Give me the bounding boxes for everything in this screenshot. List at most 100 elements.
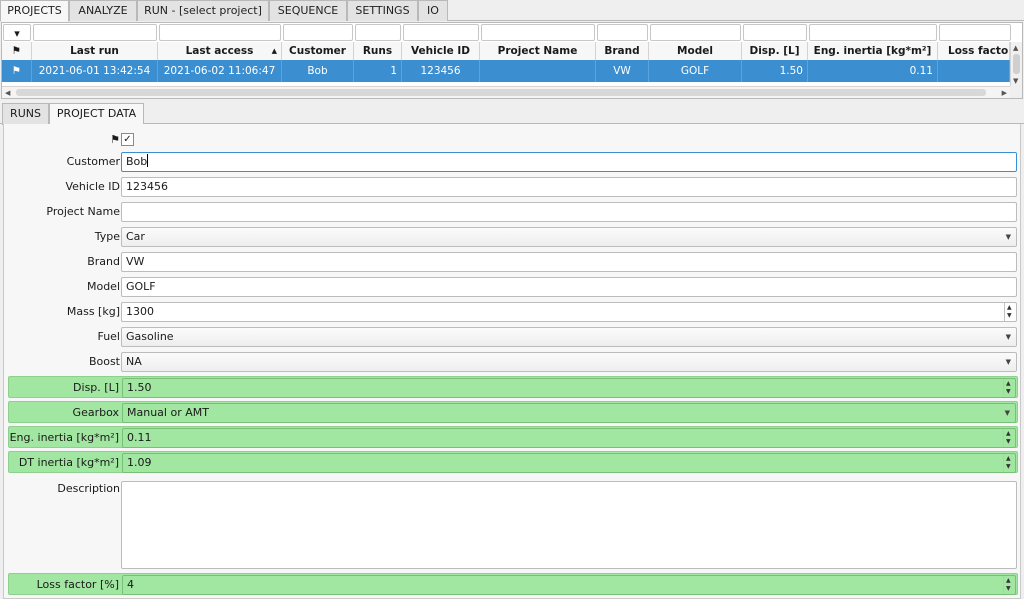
tab-io[interactable]: IO [418, 0, 448, 21]
loss-factor-spinbox[interactable]: 4 ▲ ▼ [122, 575, 1016, 595]
flag-icon: ⚑ [110, 133, 120, 146]
projects-table: ▾ ⚑ Last run Last access ▲ Customer Runs … [1, 22, 1023, 99]
spin-buttons[interactable]: ▲ ▼ [1003, 576, 1015, 594]
vehicle-id-input[interactable]: 123456 [121, 177, 1017, 197]
filter-brand[interactable] [597, 24, 648, 41]
column-header-last-access[interactable]: Last access ▲ [158, 42, 282, 60]
spin-up-icon[interactable]: ▲ [1007, 304, 1012, 312]
column-header-model[interactable]: Model [649, 42, 742, 60]
scroll-up-icon[interactable]: ▲ [1013, 43, 1018, 53]
disp-spinbox[interactable]: 1.50 ▲ ▼ [122, 378, 1016, 398]
column-header-flag[interactable]: ⚑ [2, 42, 32, 60]
spin-buttons[interactable]: ▲ ▼ [1003, 454, 1015, 472]
tab-run[interactable]: RUN - [select project] [137, 0, 269, 21]
filter-model[interactable] [650, 24, 741, 41]
tab-analyze[interactable]: ANALYZE [69, 0, 137, 21]
column-header-customer[interactable]: Customer [282, 42, 354, 60]
spin-up-icon[interactable]: ▲ [1006, 430, 1011, 438]
project-name-row: Project Name [8, 201, 1018, 223]
spin-up-icon[interactable]: ▲ [1006, 380, 1011, 388]
model-input[interactable]: GOLF [121, 277, 1017, 297]
dt-inertia-value: 1.09 [127, 456, 152, 469]
tab-projects[interactable]: PROJECTS [0, 0, 69, 22]
boost-select[interactable]: NA ▼ [121, 352, 1017, 372]
chevron-down-icon: ▼ [1005, 333, 1011, 341]
cell-disp: 1.50 [742, 60, 808, 82]
chevron-down-icon: ▾ [14, 27, 20, 40]
column-header-brand[interactable]: Brand [596, 42, 649, 60]
spin-down-icon[interactable]: ▼ [1006, 388, 1011, 396]
spin-buttons[interactable]: ▲ ▼ [1004, 303, 1016, 321]
tab-settings[interactable]: SETTINGS [347, 0, 418, 21]
scroll-left-icon[interactable]: ◀ [5, 88, 10, 98]
project-data-form: ⚑ ✓ Customer Bob Vehicle ID 123456 Proje… [3, 124, 1021, 599]
column-header-vehicle-id[interactable]: Vehicle ID [402, 42, 480, 60]
loss-factor-label: Loss factor [%] [36, 578, 119, 591]
scroll-down-icon[interactable]: ▼ [1013, 76, 1018, 86]
cell-vehicle-id: 123456 [402, 60, 480, 82]
tab-sequence[interactable]: SEQUENCE [269, 0, 347, 21]
gearbox-label: Gearbox [72, 406, 119, 419]
filter-vehicle-id[interactable] [403, 24, 479, 41]
customer-input[interactable]: Bob [121, 152, 1017, 172]
tab-runs[interactable]: RUNS [2, 103, 49, 125]
filter-loss-factor[interactable] [939, 24, 1011, 41]
filter-customer[interactable] [283, 24, 353, 41]
spin-buttons[interactable]: ▲ ▼ [1003, 379, 1015, 397]
spin-down-icon[interactable]: ▼ [1006, 585, 1011, 593]
spin-down-icon[interactable]: ▼ [1006, 438, 1011, 446]
scroll-corner [1010, 86, 1022, 98]
model-row: Model GOLF [8, 276, 1018, 298]
spin-up-icon[interactable]: ▲ [1006, 455, 1011, 463]
eng-inertia-spinbox[interactable]: 0.11 ▲ ▼ [122, 428, 1016, 448]
filter-last-access[interactable] [159, 24, 281, 41]
scroll-right-icon[interactable]: ▶ [1002, 88, 1007, 98]
column-header-runs[interactable]: Runs [354, 42, 402, 60]
filter-disp[interactable] [743, 24, 807, 41]
scrollbar-thumb[interactable] [16, 89, 986, 96]
cell-eng-inertia: 0.11 [808, 60, 938, 82]
column-header-eng-inertia[interactable]: Eng. inertia [kg*m²] [808, 42, 938, 60]
flag-checkbox[interactable]: ✓ [121, 133, 134, 146]
eng-inertia-row: Eng. inertia [kg*m²] 0.11 ▲ ▼ [8, 426, 1018, 448]
description-row: Description [8, 478, 1018, 572]
spin-down-icon[interactable]: ▼ [1006, 463, 1011, 471]
column-header-project-name[interactable]: Project Name [480, 42, 596, 60]
main-tab-bar: PROJECTS ANALYZE RUN - [select project] … [0, 0, 1024, 22]
gearbox-select[interactable]: Manual or AMT ▼ [122, 403, 1016, 423]
mass-spinbox[interactable]: 1300 ▲ ▼ [121, 302, 1017, 322]
text-cursor [147, 154, 149, 167]
cell-customer: Bob [282, 60, 354, 82]
column-header-disp[interactable]: Disp. [L] [742, 42, 808, 60]
column-header-loss-factor[interactable]: Loss factor [ [938, 42, 1010, 60]
filter-last-run[interactable] [33, 24, 157, 41]
filter-project-name[interactable] [481, 24, 595, 41]
spin-buttons[interactable]: ▲ ▼ [1003, 429, 1015, 447]
fuel-row: Fuel Gasoline ▼ [8, 326, 1018, 348]
spin-down-icon[interactable]: ▼ [1007, 312, 1012, 320]
boost-row: Boost NA ▼ [8, 351, 1018, 373]
table-row[interactable]: ⚑ 2021-06-01 13:42:54 2021-06-02 11:06:4… [2, 60, 1010, 82]
type-label: Type [94, 230, 120, 243]
sort-ascending-icon: ▲ [271, 47, 277, 55]
cell-project-name [480, 60, 596, 82]
description-textarea[interactable] [121, 481, 1017, 569]
filter-runs[interactable] [355, 24, 401, 41]
type-select[interactable]: Car ▼ [121, 227, 1017, 247]
brand-input[interactable]: VW [121, 252, 1017, 272]
fuel-select[interactable]: Gasoline ▼ [121, 327, 1017, 347]
scrollbar-thumb[interactable] [1013, 54, 1020, 74]
mass-label: Mass [kg] [66, 305, 120, 318]
boost-value: NA [126, 355, 142, 368]
spin-up-icon[interactable]: ▲ [1006, 577, 1011, 585]
vertical-scrollbar[interactable]: ▲ ▼ [1010, 42, 1022, 87]
column-header-last-run[interactable]: Last run [32, 42, 158, 60]
tab-project-data[interactable]: PROJECT DATA [49, 103, 144, 125]
filter-eng-inertia[interactable] [809, 24, 937, 41]
project-name-input[interactable] [121, 202, 1017, 222]
filter-dropdown-button[interactable]: ▾ [3, 24, 31, 41]
horizontal-scrollbar[interactable]: ◀ ▶ [2, 86, 1010, 98]
dt-inertia-spinbox[interactable]: 1.09 ▲ ▼ [122, 453, 1016, 473]
type-value: Car [126, 230, 145, 243]
flag-icon: ⚑ [11, 45, 22, 57]
